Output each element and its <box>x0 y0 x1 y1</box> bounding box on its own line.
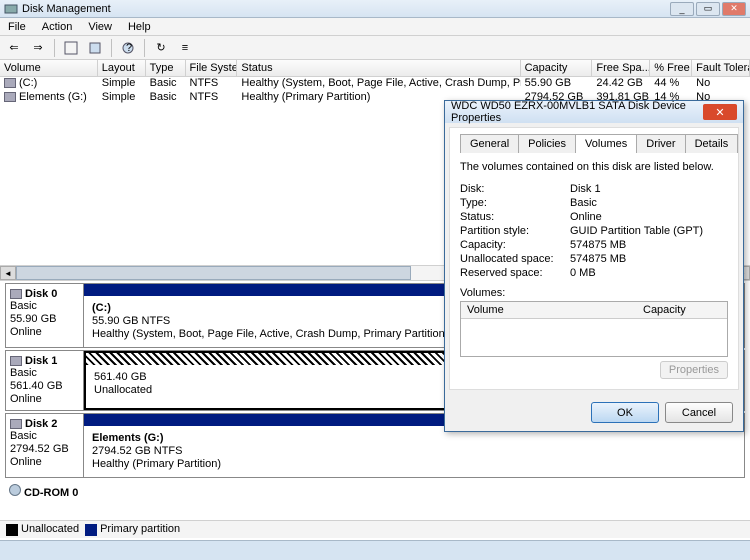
volumes-label: Volumes: <box>460 287 728 299</box>
cdrom-icon <box>9 484 21 496</box>
volume-icon <box>4 92 16 102</box>
tab-policies[interactable]: Policies <box>518 134 576 153</box>
close-button[interactable]: ✕ <box>722 2 746 16</box>
col-fs[interactable]: File System <box>186 60 238 76</box>
menubar: File Action View Help <box>0 18 750 36</box>
tab-driver[interactable]: Driver <box>636 134 685 153</box>
dialog-close-button[interactable]: ✕ <box>703 104 737 120</box>
menu-action[interactable]: Action <box>34 21 81 33</box>
vol-col-capacity[interactable]: Capacity <box>637 302 727 318</box>
vol-col-volume[interactable]: Volume <box>461 302 637 318</box>
properties-button: Properties <box>660 361 728 379</box>
window-title: Disk Management <box>22 3 670 15</box>
menu-view[interactable]: View <box>80 21 120 33</box>
col-type[interactable]: Type <box>146 60 186 76</box>
disk-panel[interactable]: CD-ROM 0 <box>5 480 745 503</box>
tab-details[interactable]: Details <box>685 134 739 153</box>
col-layout[interactable]: Layout <box>98 60 146 76</box>
volumes-listbox[interactable]: Volume Capacity <box>460 301 728 357</box>
refresh-icon[interactable]: ↻ <box>151 38 171 58</box>
volume-row[interactable]: (C:) Simple Basic NTFS Healthy (System, … <box>0 77 750 91</box>
volume-list-header: Volume Layout Type File System Status Ca… <box>0 60 750 77</box>
col-volume[interactable]: Volume <box>0 60 98 76</box>
scroll-thumb[interactable] <box>16 266 411 280</box>
view-icon[interactable] <box>61 38 81 58</box>
scroll-left-button[interactable]: ◄ <box>0 266 16 280</box>
forward-button[interactable]: ⇒ <box>28 38 48 58</box>
tab-volumes[interactable]: Volumes <box>575 134 637 153</box>
legend: Unallocated Primary partition <box>0 520 750 538</box>
list-icon[interactable]: ≡ <box>175 38 195 58</box>
legend-unallocated-label: Unallocated <box>21 523 79 535</box>
ok-button[interactable]: OK <box>591 402 659 423</box>
help-icon[interactable]: ? <box>118 38 138 58</box>
legend-unallocated-icon <box>6 524 18 536</box>
app-icon <box>4 2 18 16</box>
dialog-titlebar[interactable]: WDC WD50 EZRX-00MVLB1 SATA Disk Device P… <box>445 101 743 123</box>
legend-primary-icon <box>85 524 97 536</box>
volume-icon <box>4 78 16 88</box>
dialog-intro: The volumes contained on this disk are l… <box>460 161 728 173</box>
titlebar: Disk Management _ ▭ ✕ <box>0 0 750 18</box>
menu-help[interactable]: Help <box>120 21 159 33</box>
col-ft[interactable]: Fault Tolerance <box>692 60 750 76</box>
back-button[interactable]: ⇐ <box>4 38 24 58</box>
properties-dialog: WDC WD50 EZRX-00MVLB1 SATA Disk Device P… <box>444 100 744 432</box>
tab-general[interactable]: General <box>460 134 519 153</box>
disk-icon <box>10 356 22 366</box>
dialog-tabs: General Policies Volumes Driver Details <box>460 134 728 153</box>
dialog-title: WDC WD50 EZRX-00MVLB1 SATA Disk Device P… <box>451 100 703 124</box>
svg-text:?: ? <box>126 42 132 54</box>
legend-primary-label: Primary partition <box>100 523 180 535</box>
cancel-button[interactable]: Cancel <box>665 402 733 423</box>
menu-file[interactable]: File <box>0 21 34 33</box>
maximize-button[interactable]: ▭ <box>696 2 720 16</box>
col-free[interactable]: Free Spa... <box>592 60 650 76</box>
disk-icon <box>10 289 22 299</box>
minimize-button[interactable]: _ <box>670 2 694 16</box>
col-capacity[interactable]: Capacity <box>521 60 593 76</box>
disk-icon <box>10 419 22 429</box>
properties-icon[interactable] <box>85 38 105 58</box>
window-border-bottom <box>0 540 750 560</box>
col-pct[interactable]: % Free <box>650 60 692 76</box>
toolbar: ⇐ ⇒ ? ↻ ≡ <box>0 36 750 60</box>
col-status[interactable]: Status <box>237 60 520 76</box>
